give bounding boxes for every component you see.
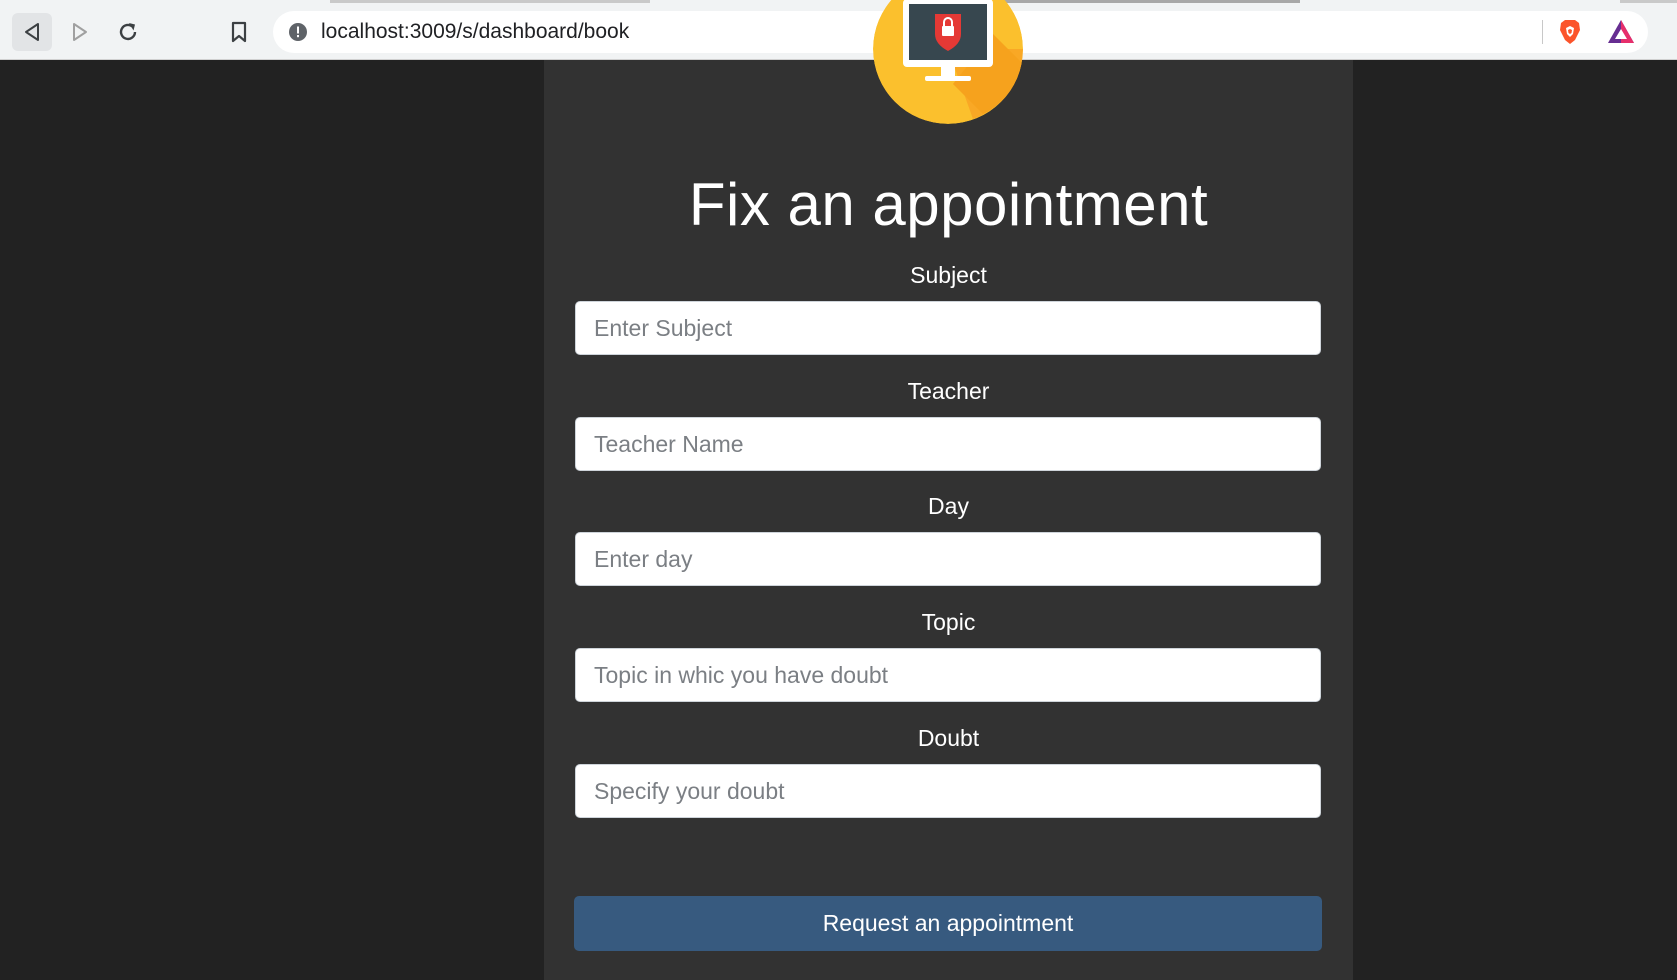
brave-rewards-icon[interactable] xyxy=(1606,18,1636,46)
teacher-label: Teacher xyxy=(907,378,990,404)
forward-arrow-icon xyxy=(73,23,87,41)
reload-button[interactable] xyxy=(108,13,148,51)
computer-lock-icon xyxy=(873,0,1023,124)
teacher-input[interactable] xyxy=(575,417,1321,471)
brave-shield-icon[interactable] xyxy=(1556,18,1584,46)
page-title: Fix an appointment xyxy=(688,171,1209,238)
back-button[interactable] xyxy=(12,13,52,51)
subject-input[interactable] xyxy=(575,301,1321,355)
day-input[interactable] xyxy=(575,532,1321,586)
tab-indicator xyxy=(330,0,650,3)
request-appointment-button[interactable]: Request an appointment xyxy=(574,896,1322,951)
address-bar-divider xyxy=(1542,20,1543,44)
page-body: Fix an appointment Subject Teacher Day T… xyxy=(0,0,1677,980)
bookmark-icon xyxy=(231,21,247,43)
info-icon[interactable] xyxy=(287,21,309,43)
subject-label: Subject xyxy=(910,262,987,288)
browser-toolbar: localhost:3009/s/dashboard/book xyxy=(0,0,1677,60)
tab-indicator xyxy=(1620,0,1677,3)
topic-input[interactable] xyxy=(575,648,1321,702)
forward-button[interactable] xyxy=(60,13,100,51)
doubt-input[interactable] xyxy=(575,764,1321,818)
appointment-card: Fix an appointment Subject Teacher Day T… xyxy=(544,0,1353,980)
day-label: Day xyxy=(928,493,969,519)
bookmark-button[interactable] xyxy=(219,13,259,51)
reload-icon xyxy=(119,23,137,41)
back-arrow-icon xyxy=(25,23,39,41)
tab-strip xyxy=(0,0,1677,4)
url-text[interactable]: localhost:3009/s/dashboard/book xyxy=(321,20,629,44)
doubt-label: Doubt xyxy=(917,725,980,751)
topic-label: Topic xyxy=(921,609,976,635)
tab-indicator-active xyxy=(980,0,1300,3)
